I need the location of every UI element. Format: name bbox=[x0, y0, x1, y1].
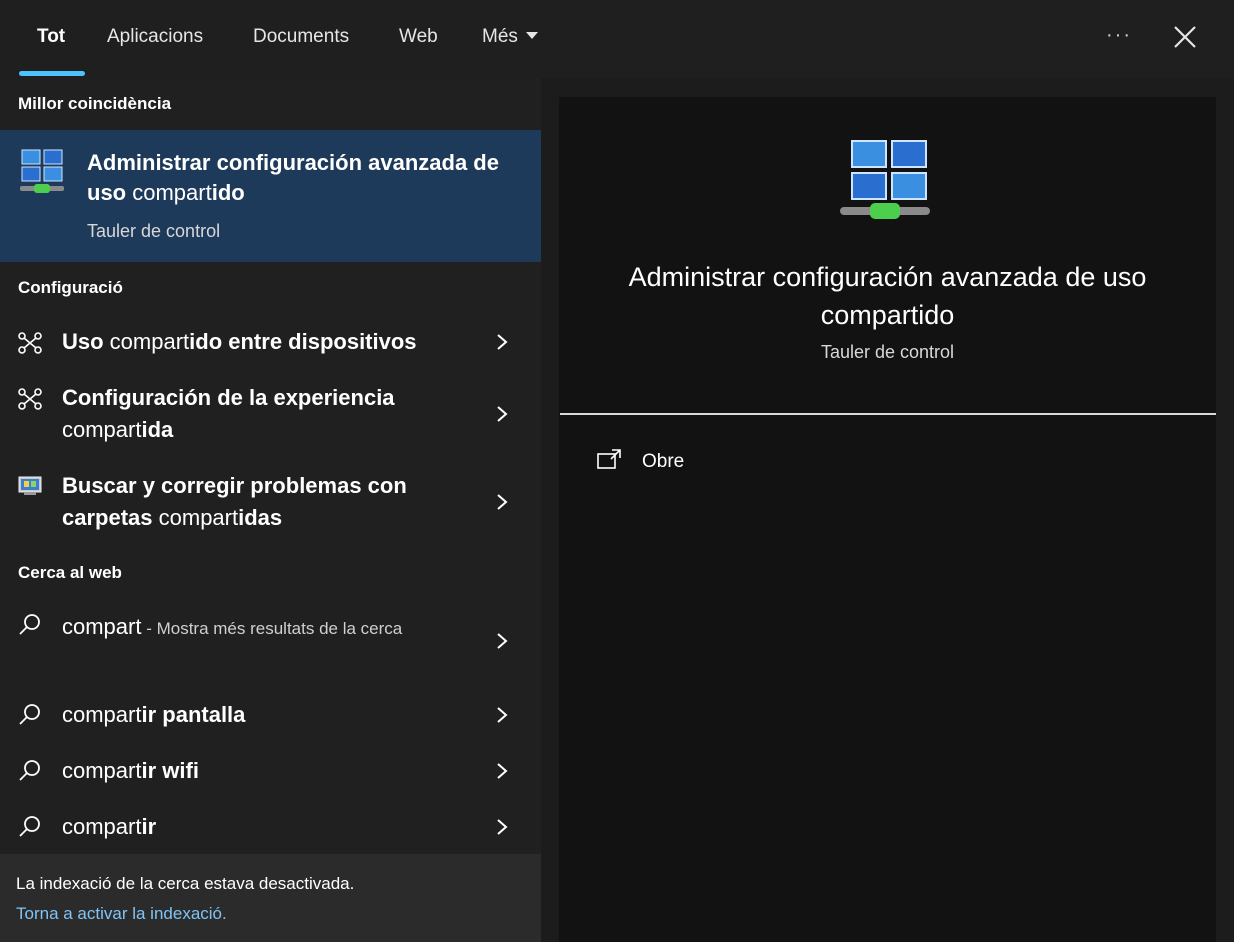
search-icon bbox=[19, 614, 40, 635]
web-search-label: compartir pantalla bbox=[62, 699, 462, 731]
label-bold: ir bbox=[141, 814, 157, 839]
chevron-right-icon bbox=[497, 334, 508, 350]
open-external-icon[interactable] bbox=[597, 449, 623, 471]
label-bold-end: idas bbox=[238, 505, 283, 530]
label-normal: compart bbox=[62, 417, 142, 442]
chevron-right-icon bbox=[497, 406, 508, 422]
web-search-item[interactable]: compartir bbox=[0, 806, 541, 850]
web-search-query: compart bbox=[62, 614, 142, 639]
web-search-hint: - Mostra més resultats de la cerca bbox=[141, 619, 403, 638]
label-bold: Configuración de la experiencia bbox=[62, 385, 395, 410]
chevron-right-icon bbox=[497, 763, 508, 779]
label-bold: ir pantalla bbox=[141, 702, 246, 727]
settings-result-item[interactable]: Uso compartido entre dispositivos bbox=[0, 318, 541, 366]
reenable-indexing-link[interactable]: Torna a activar la indexació. bbox=[16, 904, 227, 924]
detail-subtitle: Tauler de control bbox=[820, 342, 955, 362]
best-match-subtitle: Tauler de control bbox=[87, 221, 221, 241]
settings-result-item[interactable]: Configuración de la experiencia compartid… bbox=[0, 382, 541, 448]
label-bold-end: ida bbox=[141, 417, 174, 442]
more-options-button[interactable]: ··· bbox=[1106, 24, 1132, 47]
section-web-search: Cerca al web bbox=[18, 563, 122, 582]
web-search-item[interactable]: compart - Mostra més resultats de la cer… bbox=[0, 608, 541, 674]
web-search-label: compart - Mostra més resultats de la cer… bbox=[62, 610, 462, 646]
section-best-match: Millor coincidència bbox=[18, 94, 172, 113]
share-devices-icon bbox=[18, 332, 42, 354]
label-bold: Uso bbox=[62, 329, 104, 354]
label-normal: compart bbox=[103, 329, 190, 354]
detail-title: Administrar configuración avanzada de us… bbox=[628, 262, 1147, 330]
tab-web[interactable]: Web bbox=[399, 26, 438, 48]
web-search-item[interactable]: compartir pantalla bbox=[0, 694, 541, 738]
tab-more[interactable]: Més bbox=[482, 26, 538, 48]
label-bold: ir wifi bbox=[141, 758, 199, 783]
label-normal: compart bbox=[152, 505, 239, 530]
section-settings: Configuració bbox=[18, 278, 123, 297]
close-icon[interactable] bbox=[1170, 22, 1200, 52]
label-bold-end: ido entre dispositivos bbox=[189, 329, 417, 354]
chevron-right-icon bbox=[497, 707, 508, 723]
search-icon bbox=[19, 760, 40, 781]
label-normal: compart bbox=[62, 814, 142, 839]
tab-apps[interactable]: Aplicacions bbox=[107, 26, 203, 48]
best-match-title-bold-end: ido bbox=[211, 180, 245, 205]
network-sharing-icon bbox=[840, 140, 930, 219]
search-icon bbox=[19, 816, 40, 837]
web-search-label: compartir wifi bbox=[62, 755, 462, 787]
share-devices-icon bbox=[18, 388, 42, 410]
chevron-down-icon bbox=[525, 32, 538, 39]
tab-documents[interactable]: Documents bbox=[253, 26, 349, 48]
divider bbox=[560, 413, 1216, 415]
troubleshoot-icon bbox=[18, 476, 42, 495]
settings-result-item[interactable]: Buscar y corregir problemas con carpetas… bbox=[0, 470, 541, 536]
active-tab-indicator bbox=[19, 71, 85, 76]
label-normal: compart bbox=[62, 758, 142, 783]
web-search-item[interactable]: compartir wifi bbox=[0, 750, 541, 794]
indexing-message: La indexació de la cerca estava desactiv… bbox=[16, 874, 355, 893]
web-search-label: compartir bbox=[62, 811, 462, 843]
label-normal: compart bbox=[62, 702, 142, 727]
search-icon bbox=[19, 704, 40, 725]
indexing-notice bbox=[0, 854, 541, 942]
chevron-right-icon bbox=[497, 819, 508, 835]
chevron-right-icon bbox=[497, 494, 508, 510]
chevron-right-icon bbox=[497, 633, 508, 649]
settings-result-label: Uso compartido entre dispositivos bbox=[62, 326, 462, 358]
tab-all[interactable]: Tot bbox=[37, 26, 65, 48]
settings-result-label: Buscar y corregir problemas con carpetas… bbox=[62, 470, 462, 534]
best-match-title-normal: compart bbox=[126, 180, 212, 205]
best-match-title: Administrar configuración avanzada de us… bbox=[87, 148, 507, 208]
tab-more-label: Més bbox=[482, 26, 518, 47]
settings-result-label: Configuración de la experiencia compartid… bbox=[62, 382, 462, 446]
open-action-label[interactable]: Obre bbox=[642, 451, 684, 473]
network-sharing-icon bbox=[20, 149, 64, 193]
